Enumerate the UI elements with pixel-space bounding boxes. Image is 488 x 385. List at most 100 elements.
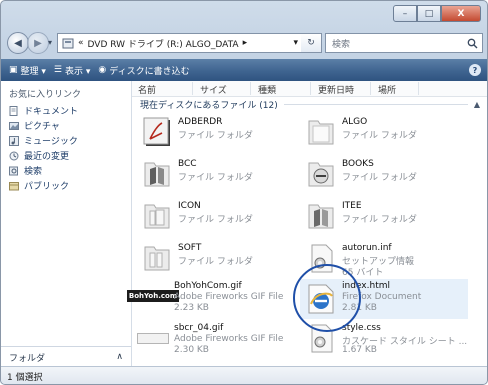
file-name: BohYohCom.gif [174,281,242,291]
search-input[interactable]: 検索 [325,33,483,53]
forward-icon: ▶ [34,37,42,49]
group-header[interactable]: 現在ディスクにあるファイル (12) ▲ [140,97,480,111]
chevron-up-icon: ∧ [116,352,123,362]
column-header-name[interactable]: 名前 [138,83,156,96]
help-button[interactable]: ? [469,64,481,76]
view-button[interactable]: ☰ 表示 ▾ [54,64,90,77]
organize-label: 整理 ▾ [20,66,46,77]
file-name: autorun.inf [342,243,392,253]
organize-icon: ▣ [9,65,18,75]
history-dropdown-icon[interactable]: ▾ [48,38,52,47]
file-item[interactable]: ITEE ファイル フォルダ [304,199,479,237]
status-bar: 1 個選択 [1,366,487,384]
sidebar-item-search[interactable]: 検索 [1,163,131,178]
file-item[interactable]: BCC ファイル フォルダ [140,157,315,195]
sidebar-item-recent[interactable]: 最近の変更 [1,148,131,163]
folder-icon [144,162,170,187]
gif-thumbnail-icon: BohYoh.com [126,279,180,313]
file-type: ファイル フォルダ [178,215,253,225]
file-item[interactable]: ALGO ファイル フォルダ [304,115,479,153]
burn-label: ディスクに書き込む [109,66,190,77]
file-name: ALGO [342,117,368,127]
file-item[interactable]: sbcr_04.gif Adobe Fireworks GIF File 2.3… [136,321,311,359]
recent-icon [9,151,19,161]
forward-button[interactable]: ▶ [27,32,49,54]
gif-thumbnail-icon [136,321,170,355]
navigation-pane: お気に入りリンク ドキュメント ピクチャ ミュージック 最近の変更 検索 パブリ… [1,81,132,366]
file-item[interactable]: ICON ファイル フォルダ [140,199,315,237]
file-type: ファイル フォルダ [178,173,253,183]
burn-icon: ◉ [98,65,107,75]
breadcrumb-current[interactable]: DVD RW ドライブ (R:) ALGO_DATA [88,37,239,50]
maximize-button[interactable]: □ [417,5,441,22]
highlight-circle [293,264,361,332]
command-toolbar: ▣ 整理 ▾ ☰ 表示 ▾ ◉ ディスクに書き込む ? [1,59,487,81]
drive-icon [62,38,74,49]
file-name: SOFT [178,243,202,253]
sidebar-item-music[interactable]: ミュージック [1,133,131,148]
folder-icon [144,246,170,271]
column-header-type[interactable]: 種類 [258,83,276,96]
file-type: ファイル フォルダ [342,215,417,225]
caption-buttons: – □ X [393,5,481,22]
file-item[interactable]: SOFT ファイル フォルダ [140,241,315,279]
file-name: BCC [178,159,197,169]
column-header-size[interactable]: サイズ [200,83,227,96]
sidebar-item-label: ドキュメント [24,107,79,117]
file-name: BOOKS [342,159,374,169]
search-placeholder: 検索 [332,39,351,50]
search-icon[interactable] [467,38,478,49]
file-item[interactable]: ADBERDR ファイル フォルダ [140,115,315,153]
column-header-row: 名前 サイズ 種類 更新日時 場所 [132,81,487,97]
back-button[interactable]: ◀ [7,32,29,54]
file-type: ファイル フォルダ [342,173,417,183]
view-label: 表示 ▾ [64,66,91,77]
file-type: ファイル フォルダ [178,257,253,267]
back-icon: ◀ [14,37,22,49]
address-bar[interactable]: « DVD RW ドライブ (R:) ALGO_DATA ▸ ▾ [57,33,303,53]
sidebar-item-documents[interactable]: ドキュメント [1,103,131,118]
refresh-icon: ↻ [307,38,315,48]
folder-icon [308,162,334,187]
breadcrumb-chevron-icon[interactable]: ▸ [243,38,248,48]
pdf-folder-icon [143,117,170,146]
file-size: 1.67 KB [342,345,377,355]
status-text: 1 個選択 [7,372,43,383]
file-size: 2.30 KB [174,345,209,355]
explorer-window: – □ X ◀ ▶ ▾ « DVD RW ドライブ (R:) ALGO_DATA… [0,0,488,385]
file-type: ファイル フォルダ [178,131,253,141]
search-icon [9,166,19,176]
sidebar-item-public[interactable]: パブリック [1,178,131,193]
gif-thumbnail-text: BohYoh.com [126,290,180,302]
file-name: ICON [178,201,201,211]
refresh-button[interactable]: ↻ [301,33,322,53]
column-header-modified[interactable]: 更新日時 [318,83,354,96]
address-dropdown-icon[interactable]: ▾ [293,38,298,48]
file-size: 2.23 KB [174,303,209,313]
close-button[interactable]: X [441,5,481,22]
pictures-icon [9,121,19,131]
view-icon: ☰ [53,65,62,75]
folders-label: フォルダ [9,353,46,364]
column-header-location[interactable]: 場所 [378,83,396,96]
file-item[interactable]: BohYoh.com BohYohCom.gif Adobe Fireworks… [126,279,311,317]
sidebar-item-label: 最近の変更 [24,152,70,162]
folder-icon [308,204,334,229]
breadcrumb-overflow[interactable]: « [78,38,84,48]
file-item[interactable]: BOOKS ファイル フォルダ [304,157,479,195]
minimize-button[interactable]: – [393,5,417,22]
document-icon [9,105,19,116]
burn-to-disc-button[interactable]: ◉ ディスクに書き込む [98,64,189,77]
sidebar-item-label: ピクチャ [24,122,60,132]
chevron-up-icon: ▲ [473,99,480,109]
file-name: ITEE [342,201,362,211]
file-type: ファイル フォルダ [342,131,417,141]
music-icon [9,135,19,146]
sidebar-item-pictures[interactable]: ピクチャ [1,118,131,133]
folders-toggle[interactable]: フォルダ ∧ [1,346,131,367]
file-name: sbcr_04.gif [174,323,224,333]
organize-button[interactable]: ▣ 整理 ▾ [9,64,46,77]
file-type: Adobe Fireworks GIF File [174,292,284,302]
favorites-heading: お気に入りリンク [9,90,82,100]
file-type: Adobe Fireworks GIF File [174,334,284,344]
